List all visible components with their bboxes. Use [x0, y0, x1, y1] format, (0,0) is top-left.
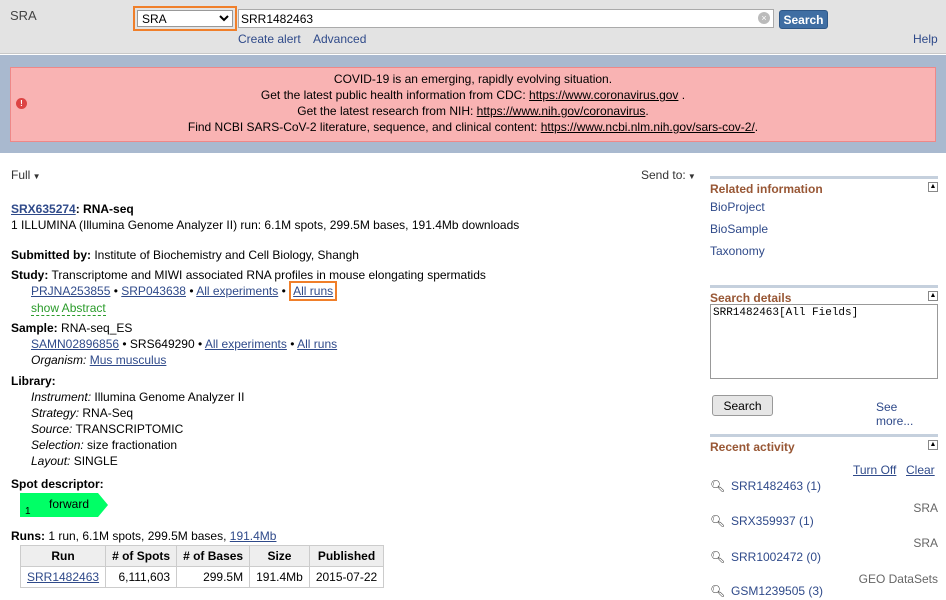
recent-item-link[interactable]: SRR1002472 (0) — [731, 550, 821, 564]
spot-number: 1 — [25, 506, 31, 517]
all-runs-link[interactable]: All runs — [293, 284, 333, 298]
collapse-icon[interactable]: ▲ — [928, 291, 938, 301]
clear-search-icon[interactable]: × — [758, 12, 770, 24]
library-layout: Layout: SINGLE — [31, 454, 118, 468]
run-bases: 299.5M — [176, 566, 251, 588]
covid-line-2: Get the latest public health information… — [260, 88, 686, 102]
cdc-link[interactable]: https://www.coronavirus.gov — [529, 88, 678, 102]
search-button[interactable]: Search — [779, 10, 828, 29]
submitted-by: Submitted by: Institute of Biochemistry … — [11, 248, 359, 262]
organism: Organism: Mus musculus — [31, 353, 167, 367]
run-spots: 6,111,603 — [105, 566, 178, 588]
record-summary: 1 ILLUMINA (Illumina Genome Analyzer II)… — [11, 218, 520, 232]
col-run: Run — [19, 545, 107, 567]
spot-descriptor-label: Spot descriptor: — [11, 477, 104, 491]
help-link[interactable]: Help — [913, 32, 938, 46]
biosample-related-link[interactable]: BioSample — [710, 222, 768, 236]
search-icon: 🔍︎ — [710, 584, 726, 598]
collapse-icon[interactable]: ▲ — [928, 182, 938, 192]
all-experiments-link[interactable]: All experiments — [196, 284, 278, 298]
search-details-title: Search details — [710, 291, 792, 305]
srp-link[interactable]: SRP043638 — [121, 284, 186, 298]
recent-item-db: SRA — [913, 501, 938, 515]
spot-name: forward — [49, 497, 89, 511]
study-links: PRJNA253855 • SRP043638 • All experiment… — [31, 281, 338, 301]
col-size: Size — [249, 545, 310, 567]
col-spots: # of Spots — [105, 545, 178, 567]
run-published: 2015-07-22 — [308, 566, 385, 588]
bioproject-link[interactable]: PRJNA253855 — [31, 284, 110, 298]
runs-download-link[interactable]: 191.4Mb — [230, 529, 277, 543]
runs-summary: Runs: 1 run, 6.1M spots, 299.5M bases, 1… — [11, 529, 277, 543]
covid-banner: ! COVID-19 is an emerging, rapidly evolv… — [10, 67, 936, 142]
library-source: Source: TRANSCRIPTOMIC — [31, 422, 184, 436]
sample-all-experiments-link[interactable]: All experiments — [205, 337, 287, 351]
library-selection: Selection: size fractionation — [31, 438, 178, 452]
table-header-row: Run # of Spots # of Bases Size Published — [19, 545, 385, 567]
see-more-link[interactable]: See more... — [876, 400, 938, 428]
search-details-textarea[interactable]: SRR1482463[All Fields] — [710, 304, 938, 379]
related-information-panel: Related information ▲ BioProject BioSamp… — [710, 176, 938, 261]
turn-off-link[interactable]: Turn Off — [853, 463, 896, 477]
advanced-search-link[interactable]: Advanced — [313, 32, 366, 46]
app-title: SRA — [10, 8, 37, 23]
chevron-down-icon: ▼ — [685, 172, 696, 181]
recent-item-link[interactable]: GSM1239505 (3) — [731, 584, 823, 598]
show-abstract-link[interactable]: show Abstract — [31, 301, 106, 316]
covid-line-4: Find NCBI SARS-CoV-2 literature, sequenc… — [187, 120, 759, 134]
recent-activity-title: Recent activity — [710, 440, 795, 454]
warning-icon: ! — [16, 98, 27, 109]
send-to-menu[interactable]: Send to: ▼ — [641, 168, 696, 182]
run-size: 191.4Mb — [249, 566, 310, 588]
related-information-title: Related information — [710, 182, 823, 196]
format-menu[interactable]: Full ▼ — [11, 168, 40, 182]
recent-item-link[interactable]: SRX359937 (1) — [731, 514, 814, 528]
chevron-down-icon: ▼ — [30, 172, 41, 181]
library-instrument: Instrument: Illumina Genome Analyzer II — [31, 390, 245, 404]
taxonomy-related-link[interactable]: Taxonomy — [710, 244, 765, 258]
record-title: SRX635274: RNA-seq 1 ILLUMINA (Illumina … — [11, 202, 520, 232]
search-details-button[interactable]: Search — [712, 395, 773, 416]
runs-table: Run # of Spots # of Bases Size Published… — [19, 545, 385, 588]
biosample-link[interactable]: SAMN02896856 — [31, 337, 119, 351]
create-alert-link[interactable]: Create alert — [238, 32, 301, 46]
spot-descriptor-diagram: 1 forward — [20, 493, 108, 517]
banner-strip: ! COVID-19 is an emerging, rapidly evolv… — [0, 55, 946, 153]
run-link[interactable]: SRR1482463 — [27, 570, 99, 584]
table-row: SRR1482463 6,111,603 299.5M 191.4Mb 2015… — [19, 566, 385, 588]
sample: Sample: RNA-seq_ES — [11, 321, 133, 335]
ncbi-sars-link[interactable]: https://www.ncbi.nlm.nih.gov/sars-cov-2/ — [541, 120, 755, 134]
search-icon: 🔍︎ — [710, 479, 726, 493]
search-input[interactable] — [238, 9, 774, 28]
recent-item-db: SRA — [913, 536, 938, 550]
library-strategy: Strategy: RNA-Seq — [31, 406, 134, 420]
study: Study: Transcriptome and MIWI associated… — [11, 268, 486, 282]
bioproject-related-link[interactable]: BioProject — [710, 200, 765, 214]
clear-link[interactable]: Clear — [906, 463, 935, 477]
search-icon: 🔍︎ — [710, 514, 726, 528]
organism-link[interactable]: Mus musculus — [90, 353, 167, 367]
recent-item-db: GEO DataSets — [858, 572, 938, 586]
all-runs-highlight: All runs — [289, 281, 338, 301]
library-label: Library: — [11, 374, 56, 388]
col-bases: # of Bases — [176, 545, 251, 567]
covid-line-1: COVID-19 is an emerging, rapidly evolvin… — [333, 72, 613, 86]
top-bar: SRA SRA × Search Create alert Advanced H… — [0, 0, 946, 54]
experiment-accession-link[interactable]: SRX635274 — [11, 202, 76, 216]
nih-link[interactable]: https://www.nih.gov/coronavirus — [477, 104, 646, 118]
recent-item-link[interactable]: SRR1482463 (1) — [731, 479, 821, 493]
collapse-icon[interactable]: ▲ — [928, 440, 938, 450]
sample-all-runs-link[interactable]: All runs — [297, 337, 337, 351]
database-select[interactable]: SRA — [137, 10, 233, 27]
col-published: Published — [308, 545, 385, 567]
sample-links: SAMN02896856 • SRS649290 • All experimen… — [31, 337, 338, 351]
database-select-highlight: SRA — [133, 6, 237, 31]
covid-line-3: Get the latest research from NIH: https:… — [297, 104, 649, 118]
search-icon: 🔍︎ — [710, 550, 726, 564]
